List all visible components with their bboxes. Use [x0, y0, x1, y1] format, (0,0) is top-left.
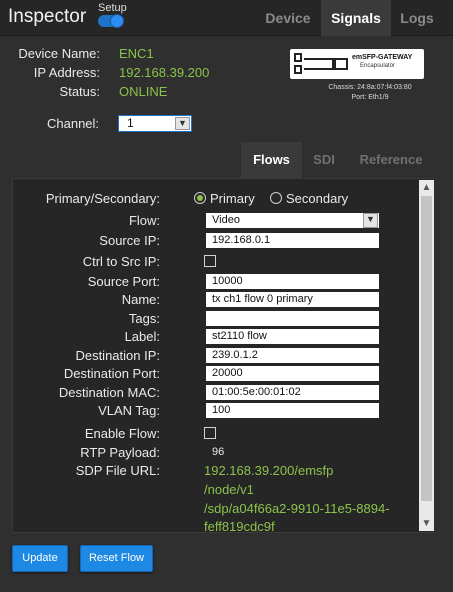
toggle-knob — [110, 14, 124, 28]
channel-label: Channel: — [47, 116, 100, 131]
vlan-tag-label: VLAN Tag: — [98, 403, 160, 418]
device-image-sub: Encapsulator — [360, 63, 396, 69]
secondary-radio[interactable] — [270, 192, 282, 204]
flow-label: Flow: — [128, 213, 160, 228]
device-image-name: emSFP-GATEWAY — [352, 54, 413, 61]
rtp-payload-value[interactable]: 96 — [206, 445, 379, 460]
vlan-tag-input[interactable]: 100 — [206, 403, 379, 418]
port-icon — [294, 53, 302, 62]
source-port-label: Source Port: — [87, 274, 160, 289]
destination-mac-input[interactable]: 01:00:5e:00:01:02 — [206, 385, 379, 400]
tab-signals[interactable]: Signals — [321, 0, 391, 36]
primary-radio[interactable] — [194, 192, 206, 204]
chevron-down-icon: ▼ — [175, 117, 190, 130]
panel-scrollbar[interactable]: ▲ ▼ — [419, 180, 434, 531]
destination-port-input[interactable]: 20000 — [206, 366, 379, 381]
device-name-value: ENC1 — [119, 46, 154, 61]
label-label: Label: — [124, 329, 160, 344]
tab-device[interactable]: Device — [255, 0, 321, 36]
setup-toggle[interactable] — [98, 14, 124, 28]
tab-flows[interactable]: Flows — [241, 142, 302, 178]
tags-input[interactable] — [206, 311, 379, 326]
enable-flow-label: Enable Flow: — [84, 426, 160, 441]
destination-ip-label: Destination IP: — [75, 348, 160, 363]
ctrl-to-src-ip-label: Ctrl to Src IP: — [82, 254, 160, 269]
source-ip-input[interactable]: 192.168.0.1 — [206, 233, 379, 248]
tab-sdi[interactable]: SDI — [302, 142, 346, 178]
chevron-up-icon[interactable]: ▲ — [419, 180, 434, 195]
label-input[interactable]: st2110 flow — [206, 329, 379, 344]
status-value: ONLINE — [119, 84, 168, 99]
top-bar: Inspector Setup Device Signals Logs — [0, 0, 453, 36]
destination-ip-input[interactable]: 239.0.1.2 — [206, 348, 379, 363]
flow-value: Video — [212, 214, 240, 226]
tab-reference[interactable]: Reference — [346, 142, 436, 178]
flow-select[interactable]: Video ▼ — [206, 213, 379, 228]
primary-secondary-label: Primary/Secondary: — [45, 191, 160, 206]
sdp-file-url-label: SDP File URL: — [75, 463, 160, 478]
flows-panel: Primary/Secondary: Primary Secondary Flo… — [12, 178, 434, 533]
update-button[interactable]: Update — [12, 545, 68, 572]
channel-value: 1 — [127, 116, 134, 130]
tab-logs[interactable]: Logs — [391, 0, 443, 36]
destination-port-label: Destination Port: — [63, 366, 160, 381]
sdp-url-line[interactable]: feff819cdc9f — [204, 519, 275, 532]
ctrl-to-src-ip-checkbox[interactable] — [204, 255, 216, 267]
sdp-url-line[interactable]: /node/v1 — [204, 482, 254, 497]
ip-address-value: 192.168.39.200 — [119, 65, 210, 80]
chassis-id: Chassis: 24:8a:07:f4:03:80 — [328, 84, 412, 91]
chevron-down-icon[interactable]: ▼ — [419, 516, 434, 531]
tags-label: Tags: — [128, 311, 160, 326]
channel-select[interactable]: 1 ▼ — [118, 115, 192, 132]
name-label: Name: — [121, 292, 160, 307]
ip-address-label: IP Address: — [33, 65, 100, 80]
rtp-payload-label: RTP Payload: — [80, 445, 160, 460]
name-input[interactable]: tx ch1 flow 0 primary — [206, 292, 379, 307]
source-ip-label: Source IP: — [99, 233, 160, 248]
chassis-info: Chassis: 24:8a:07:f4:03:80 Port: Eth1/9 — [290, 84, 450, 101]
enable-flow-checkbox[interactable] — [204, 427, 216, 439]
scroll-thumb[interactable] — [421, 196, 432, 501]
app-title: Inspector — [8, 6, 87, 27]
source-port-input[interactable]: 10000 — [206, 274, 379, 289]
status-label: Status: — [59, 84, 100, 99]
reset-flow-button[interactable]: Reset Flow — [80, 545, 153, 572]
device-name-label: Device Name: — [18, 46, 100, 61]
port-id: Port: Eth1/9 — [351, 94, 389, 101]
sdp-url-line[interactable]: 192.168.39.200/emsfp — [204, 463, 333, 478]
chevron-down-icon: ▼ — [363, 213, 378, 228]
connector-icon — [304, 58, 334, 70]
primary-radio-label: Primary — [210, 191, 255, 206]
setup-label: Setup — [98, 2, 127, 14]
sfp-icon — [334, 58, 348, 70]
destination-mac-label: Destination MAC: — [58, 385, 160, 400]
secondary-radio-label: Secondary — [286, 191, 349, 206]
port-icon — [294, 65, 302, 74]
sdp-url-line[interactable]: /sdp/a04f66a2-9910-11e5-8894- — [204, 501, 390, 516]
device-image: emSFP-GATEWAY Encapsulator — [290, 49, 424, 79]
